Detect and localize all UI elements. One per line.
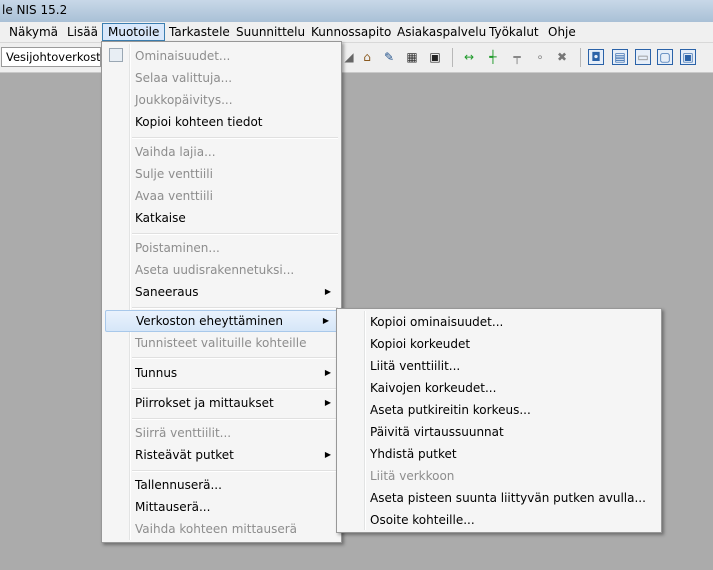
points-icon[interactable]: ∘	[532, 49, 548, 65]
branch-gray-icon[interactable]: ┯	[509, 49, 525, 65]
menu-item-ominaisuudet[interactable]: Ominaisuudet...	[135, 45, 339, 67]
menu-item-tallennusera[interactable]: Tallennuserä...	[135, 474, 339, 496]
properties-icon	[109, 48, 123, 62]
submenu-item-yhdista-putket[interactable]: Yhdistä putket	[370, 443, 658, 465]
menu-item-piirrokset-label: Piirrokset ja mittaukset	[135, 396, 274, 410]
menu-item-tunnus[interactable]: Tunnus ▶	[135, 362, 339, 384]
window-tool-icon[interactable]: ◘	[588, 49, 604, 65]
horizontal-arrow-icon[interactable]: ↔	[461, 49, 477, 65]
menu-item-piirrokset[interactable]: Piirrokset ja mittaukset ▶	[135, 392, 339, 414]
menu-lisaa[interactable]: Lisää	[62, 23, 103, 41]
menu-item-saneeraus[interactable]: Saneeraus ▶	[135, 281, 339, 303]
submenu-arrow-icon: ▶	[322, 316, 329, 325]
menu-item-siirra-venttiilit[interactable]: Siirrä venttiilit...	[135, 422, 339, 444]
submenu-arrow-icon: ▶	[324, 398, 331, 407]
title-bar: le NIS 15.2	[0, 0, 713, 22]
menu-item-tunnus-label: Tunnus	[135, 366, 178, 380]
frame-tool-icon[interactable]: ▢	[657, 49, 673, 65]
menu-tyokalut[interactable]: Työkalut	[484, 23, 544, 41]
menu-item-vaihda-lajia[interactable]: Vaihda lajia...	[135, 141, 339, 163]
menu-item-avaa-venttiili[interactable]: Avaa venttiili	[135, 185, 339, 207]
layer-combo-value: Vesijohtoverkosto	[6, 50, 101, 64]
measure-icon[interactable]: ▦	[404, 49, 420, 65]
submenu-arrow-icon: ▶	[324, 368, 331, 377]
submenu-arrow-icon: ▶	[324, 287, 331, 296]
menu-item-joukkopaivitys[interactable]: Joukkopäivitys...	[135, 89, 339, 111]
menu-item-sulje-venttiili[interactable]: Sulje venttiili	[135, 163, 339, 185]
submenu-item-paivita-virtaussuunnat[interactable]: Päivitä virtaussuunnat	[370, 421, 658, 443]
menu-item-risteavat-putket-label: Risteävät putket	[135, 448, 234, 462]
menu-item-verkoston-eheyttaminen[interactable]: Verkoston eheyttäminen ▶	[105, 310, 338, 332]
menu-ohje[interactable]: Ohje	[543, 23, 581, 41]
window-title: le NIS 15.2	[2, 3, 68, 17]
submenu-item-aseta-putkireitin-korkeus[interactable]: Aseta putkireitin korkeus...	[370, 399, 658, 421]
submenu-item-kaivojen-korkeudet[interactable]: Kaivojen korkeudet...	[370, 377, 658, 399]
menu-item-selaa-valittuja[interactable]: Selaa valittuja...	[135, 67, 339, 89]
delete-node-icon[interactable]: ✖	[554, 49, 570, 65]
menu-asiakaspalvelu[interactable]: Asiakaspalvelu	[392, 23, 491, 41]
table-tool-icon[interactable]: ▤	[612, 49, 628, 65]
menu-item-katkaise[interactable]: Katkaise	[135, 207, 339, 229]
menu-tarkastele[interactable]: Tarkastele	[164, 23, 235, 41]
menu-muotoile[interactable]: Muotoile	[102, 23, 166, 41]
submenu-item-osoite-kohteille[interactable]: Osoite kohteille...	[370, 509, 658, 531]
transform-icon[interactable]: ✎	[381, 49, 397, 65]
grid-tool-icon[interactable]: ▣	[427, 49, 443, 65]
menu-suunnittelu[interactable]: Suunnittelu	[231, 23, 310, 41]
menu-nakyma[interactable]: Näkymä	[4, 23, 63, 41]
menu-item-verkoston-eheyttaminen-label: Verkoston eheyttäminen	[136, 314, 284, 328]
menu-item-tunnisteet[interactable]: Tunnisteet valituille kohteille	[135, 332, 339, 354]
menu-item-risteavat-putket[interactable]: Risteävät putket ▶	[135, 444, 339, 466]
submenu-item-kopioi-ominaisuudet[interactable]: Kopioi ominaisuudet...	[370, 311, 658, 333]
submenu-item-liita-verkkoon[interactable]: Liitä verkkoon	[370, 465, 658, 487]
submenu-item-kopioi-korkeudet[interactable]: Kopioi korkeudet	[370, 333, 658, 355]
house-icon[interactable]: ⌂	[359, 49, 375, 65]
toolbar-separator	[452, 48, 453, 67]
menu-item-kopioi-kohteen-tiedot[interactable]: Kopioi kohteen tiedot	[135, 111, 339, 133]
save-tool-icon[interactable]: ▣	[680, 49, 696, 65]
layer-combo[interactable]: Vesijohtoverkosto	[1, 47, 101, 67]
toolbar-separator	[580, 48, 581, 67]
form-tool-icon[interactable]: ▭	[635, 49, 651, 65]
menu-item-mittausera[interactable]: Mittauserä...	[135, 496, 339, 518]
verkoston-eheyttaminen-submenu: Kopioi ominaisuudet... Kopioi korkeudet …	[336, 308, 662, 533]
submenu-arrow-icon: ▶	[324, 450, 331, 459]
edit-tool-icon[interactable]: ◢	[341, 49, 357, 65]
submenu-item-aseta-pisteen-suunta[interactable]: Aseta pisteen suunta liittyvän putken av…	[370, 487, 658, 509]
menu-item-poistaminen[interactable]: Poistaminen...	[135, 237, 339, 259]
menu-bar: Näkymä Lisää Muotoile Tarkastele Suunnit…	[0, 22, 713, 43]
menu-item-aseta-uudisrakennetuksi[interactable]: Aseta uudisrakennetuksi...	[135, 259, 339, 281]
muotoile-menu: Ominaisuudet... Selaa valittuja... Joukk…	[101, 41, 342, 543]
menu-item-vaihda-kohteen-mittausera[interactable]: Vaihda kohteen mittauserä	[135, 518, 339, 540]
menu-kunnossapito[interactable]: Kunnossapito	[306, 23, 396, 41]
submenu-item-liita-venttiilit[interactable]: Liitä venttiilit...	[370, 355, 658, 377]
branch-icon[interactable]: ┽	[485, 49, 501, 65]
menu-item-saneeraus-label: Saneeraus	[135, 285, 199, 299]
